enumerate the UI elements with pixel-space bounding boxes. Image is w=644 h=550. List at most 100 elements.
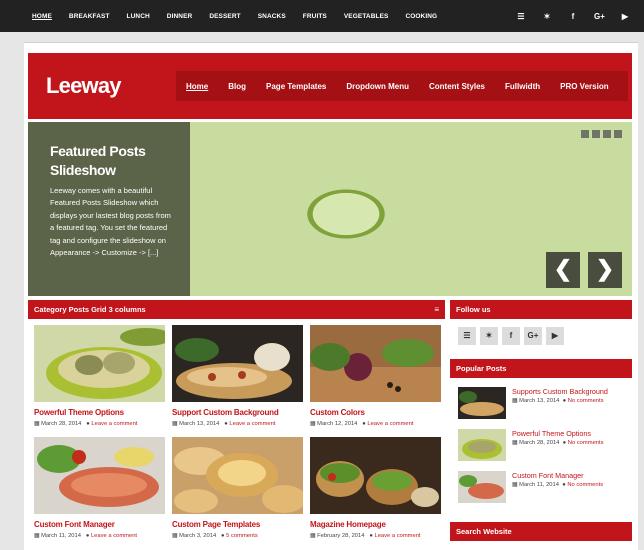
calendar-icon: ▦ [34, 421, 40, 427]
featured-slideshow: Featured Posts Slideshow Leeway comes wi… [28, 122, 632, 296]
slide-dot[interactable] [614, 130, 622, 138]
popular-post-comments[interactable]: No comments [568, 398, 604, 404]
popular-post-date[interactable]: March 13, 2014 [519, 398, 559, 404]
top-nav-breakfast[interactable]: BREAKFAST [69, 13, 110, 20]
calendar-icon: ▦ [310, 533, 316, 539]
popular-post: Supports Custom Background ▦ March 13, 2… [458, 387, 630, 423]
popular-post-thumbnail[interactable] [458, 429, 506, 461]
top-nav-home[interactable]: HOME [32, 13, 52, 20]
post-date[interactable]: March 13, 2014 [179, 421, 219, 427]
youtube-icon[interactable]: ▶ [620, 12, 630, 21]
post-comments-link[interactable]: Leave a comment [374, 533, 420, 539]
comment-icon: ● [224, 421, 228, 427]
menu-icon[interactable]: ≡ [434, 300, 439, 319]
rss-icon[interactable]: ☰ [516, 12, 526, 21]
google-plus-icon[interactable]: G+ [524, 327, 542, 345]
post-thumbnail[interactable] [310, 325, 441, 402]
top-nav-vegetables[interactable]: VEGETABLES [344, 13, 389, 20]
popular-post-thumbnail[interactable] [458, 387, 506, 419]
popular-post-title[interactable]: Custom Font Manager [512, 471, 584, 480]
rss-icon[interactable]: ☰ [458, 327, 476, 345]
main-nav-fullwidth[interactable]: Fullwidth [505, 82, 540, 91]
main-nav-blog[interactable]: Blog [228, 82, 246, 91]
grid-post: Powerful Theme Options ▦ March 28, 2014 … [34, 325, 165, 427]
post-meta: ▦ February 28, 2014 ● Leave a comment [310, 533, 441, 539]
popular-post-date[interactable]: March 28, 2014 [519, 440, 559, 446]
top-nav-dessert[interactable]: DESSERT [209, 13, 240, 20]
post-title[interactable]: Custom Font Manager [34, 520, 165, 529]
search-widget-header: Search Website [450, 522, 632, 541]
popular-post-comments[interactable]: No comments [568, 440, 604, 446]
post-title[interactable]: Custom Page Templates [172, 520, 303, 529]
post-comments-link[interactable]: Leave a comment [367, 421, 413, 427]
post-thumbnail[interactable] [172, 437, 303, 514]
post-date[interactable]: March 28, 2014 [41, 421, 81, 427]
post-comments-link[interactable]: Leave a comment [91, 421, 137, 427]
grid-section-header: Category Posts Grid 3 columns ≡ [28, 300, 445, 319]
slide-dot[interactable] [592, 130, 600, 138]
top-nav-snacks[interactable]: SNACKS [258, 13, 286, 20]
popular-post-thumbnail[interactable] [458, 471, 506, 503]
post-date[interactable]: March 3, 2014 [179, 533, 216, 539]
post-meta: ▦ March 28, 2014 ● Leave a comment [34, 421, 165, 427]
comment-icon: ● [362, 421, 366, 427]
post-title[interactable]: Custom Colors [310, 408, 441, 417]
main-navigation: Home Blog Page Templates Dropdown Menu C… [176, 71, 628, 101]
top-nav-dinner[interactable]: DINNER [167, 13, 193, 20]
popular-post-comments[interactable]: No comments [567, 482, 603, 488]
popular-post-date[interactable]: March 11, 2014 [519, 482, 559, 488]
post-thumbnail[interactable] [310, 437, 441, 514]
main-nav-pro-version[interactable]: PRO Version [560, 82, 608, 91]
post-comments-link[interactable]: Leave a comment [91, 533, 137, 539]
top-nav-fruits[interactable]: FRUITS [303, 13, 327, 20]
post-meta: ▦ March 11, 2014 ● Leave a comment [34, 533, 165, 539]
twitter-icon[interactable]: ✶ [542, 12, 552, 21]
follow-widget-header: Follow us [450, 300, 632, 319]
post-meta: ▦ March 12, 2014 ● Leave a comment [310, 421, 441, 427]
google-plus-icon[interactable]: G+ [594, 12, 605, 21]
slide-next-button[interactable]: ❯ [588, 252, 622, 288]
main-nav-content-styles[interactable]: Content Styles [429, 82, 485, 91]
popular-widget-title: Popular Posts [456, 364, 507, 373]
top-nav-lunch[interactable]: LUNCH [127, 13, 150, 20]
calendar-icon: ▦ [512, 398, 518, 404]
post-comments-link[interactable]: Leave a comment [229, 421, 275, 427]
post-title[interactable]: Powerful Theme Options [34, 408, 165, 417]
search-widget-title: Search Website [456, 527, 512, 536]
post-title[interactable]: Magazine Homepage [310, 520, 441, 529]
calendar-icon: ▦ [34, 533, 40, 539]
calendar-icon: ▦ [310, 421, 316, 427]
comment-icon: ● [562, 440, 567, 446]
twitter-icon[interactable]: ✶ [480, 327, 498, 345]
popular-post-title[interactable]: Supports Custom Background [512, 387, 608, 396]
post-comments-link[interactable]: 5 comments [226, 533, 258, 539]
post-date[interactable]: February 28, 2014 [317, 533, 364, 539]
main-nav-page-templates[interactable]: Page Templates [266, 82, 326, 91]
post-thumbnail[interactable] [34, 325, 165, 402]
top-nav-cooking[interactable]: COOKING [405, 13, 437, 20]
post-date[interactable]: March 12, 2014 [317, 421, 357, 427]
post-meta: ▦ March 13, 2014 ● Leave a comment [172, 421, 303, 427]
post-date[interactable]: March 11, 2014 [41, 533, 81, 539]
popular-post-meta: ▦ March 28, 2014 ● No comments [512, 440, 604, 446]
slide-title[interactable]: Featured Posts Slideshow [50, 142, 180, 180]
main-nav-dropdown-menu[interactable]: Dropdown Menu [346, 82, 409, 91]
popular-widget-header: Popular Posts [450, 359, 632, 378]
grid-post: Custom Page Templates ▦ March 3, 2014 ● … [172, 437, 303, 539]
slide-dot[interactable] [603, 130, 611, 138]
main-nav-home[interactable]: Home [186, 82, 208, 91]
slide-dot[interactable] [581, 130, 589, 138]
calendar-icon: ▦ [172, 421, 178, 427]
youtube-icon[interactable]: ▶ [546, 327, 564, 345]
facebook-icon[interactable]: f [502, 327, 520, 345]
post-title[interactable]: Support Custom Background [172, 408, 303, 417]
comment-icon: ● [562, 398, 567, 404]
follow-widget-title: Follow us [456, 305, 491, 314]
grid-post: Magazine Homepage ▦ February 28, 2014 ● … [310, 437, 441, 539]
popular-post-title[interactable]: Powerful Theme Options [512, 429, 591, 438]
site-logo[interactable]: Leeway [46, 73, 121, 99]
post-thumbnail[interactable] [34, 437, 165, 514]
post-thumbnail[interactable] [172, 325, 303, 402]
facebook-icon[interactable]: f [568, 12, 578, 21]
slide-prev-button[interactable]: ❮ [546, 252, 580, 288]
